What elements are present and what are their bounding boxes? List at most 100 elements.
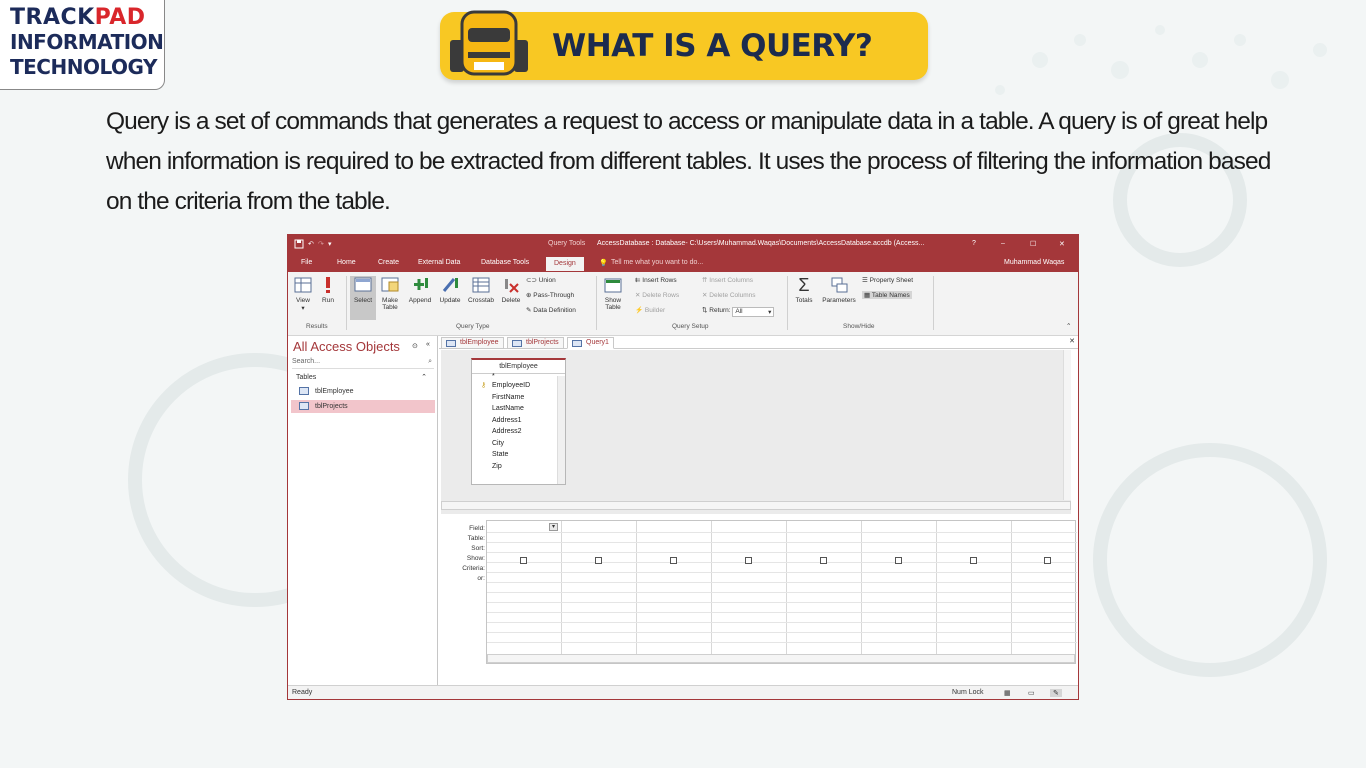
save-icon[interactable] <box>294 239 304 251</box>
delete-rows-button[interactable]: ✕ Delete Rows <box>635 291 679 299</box>
grid-row-line <box>487 632 1077 633</box>
maximize-button[interactable]: ☐ <box>1030 240 1036 248</box>
nav-menu-icon[interactable]: ⊙ <box>412 342 418 350</box>
grid-row-line <box>487 642 1077 643</box>
shutter-bar-close-icon[interactable]: « <box>426 341 430 348</box>
help-button[interactable]: ? <box>972 240 976 247</box>
view-button[interactable]: View ▾ <box>292 276 314 312</box>
show-checkbox[interactable] <box>820 557 827 564</box>
show-checkbox[interactable] <box>520 557 527 564</box>
table-icon <box>299 402 309 410</box>
status-ready: Ready <box>292 689 313 696</box>
parameters-button[interactable]: Parameters <box>819 276 859 304</box>
row-label-show: Show: <box>466 555 485 562</box>
grid-hscrollbar[interactable] <box>487 654 1075 663</box>
tab-database-tools[interactable]: Database Tools <box>481 259 529 266</box>
show-table-icon <box>604 278 622 293</box>
show-checkbox[interactable] <box>1044 557 1051 564</box>
sql-view-status-icon[interactable]: ▭ <box>1028 689 1035 697</box>
field-address2[interactable]: Address2 <box>472 426 565 438</box>
show-checkbox[interactable] <box>970 557 977 564</box>
field-address1[interactable]: Address1 <box>472 415 565 427</box>
quick-access-dropdown-icon[interactable]: ▾ <box>328 240 332 248</box>
grid-row-line <box>487 572 1077 573</box>
data-definition-button[interactable]: ✎ Data Definition <box>526 306 576 314</box>
datasheet-view-status-icon[interactable]: ▦ <box>1004 689 1011 697</box>
tab-file[interactable]: File <box>301 259 312 266</box>
doc-tab-tblprojects[interactable]: tblProjects <box>507 337 564 349</box>
delete-columns-button[interactable]: ✕ Delete Columns <box>702 291 756 299</box>
collapse-ribbon-icon[interactable]: ⌃ <box>1066 322 1071 330</box>
crosstab-button[interactable]: Crosstab <box>465 276 497 304</box>
field-dropdown-button[interactable]: ▾ <box>549 523 558 531</box>
field-state[interactable]: State <box>472 449 565 461</box>
field-employeeid[interactable]: ⚷ EmployeeID <box>472 380 565 392</box>
update-button[interactable]: Update <box>436 276 464 304</box>
tab-create[interactable]: Create <box>378 259 399 266</box>
delete-query-button[interactable]: Delete <box>499 276 523 304</box>
union-button[interactable]: ⊂⊃ Union <box>526 276 556 284</box>
group-label-query-type: Query Type <box>456 323 490 330</box>
insert-columns-button[interactable]: ⇈ Insert Columns <box>702 276 753 284</box>
grid-row-line <box>487 552 1077 553</box>
show-table-label-2: Table <box>605 304 621 311</box>
return-dropdown[interactable]: All ▾ <box>732 307 775 317</box>
show-checkbox[interactable] <box>745 557 752 564</box>
design-area-hscrollbar[interactable] <box>441 501 1071 510</box>
doc-tab-query1[interactable]: Query1 <box>567 337 614 349</box>
redo-icon[interactable]: ↷ <box>318 240 324 248</box>
robot-mascot-icon <box>450 10 528 76</box>
doc-tab-tblemployee[interactable]: tblEmployee <box>441 337 504 349</box>
field-list-tblemployee[interactable]: tblEmployee * ⚷ EmployeeID FirstName Last… <box>471 358 566 485</box>
tab-design[interactable]: Design <box>546 257 584 271</box>
navigation-pane: All Access Objects ⊙ « Search... ⌕ Table… <box>288 336 438 686</box>
pass-through-label: Pass-Through <box>533 292 575 299</box>
grid-row-line <box>487 622 1077 623</box>
close-document-icon[interactable]: ✕ <box>1069 337 1075 345</box>
show-checkbox[interactable] <box>595 557 602 564</box>
nav-search-box[interactable]: Search... ⌕ <box>292 358 434 369</box>
tab-external-data[interactable]: External Data <box>418 259 460 266</box>
table-names-button[interactable]: ▦ Table Names <box>862 291 912 299</box>
totals-button[interactable]: Σ Totals <box>791 276 817 304</box>
undo-icon[interactable]: ↶ <box>308 240 314 248</box>
table-icon <box>299 387 309 395</box>
nav-section-tables[interactable]: Tables ⌃ <box>291 371 435 384</box>
tab-home[interactable]: Home <box>337 259 356 266</box>
update-pencil-icon <box>442 278 458 292</box>
nav-item-tblemployee[interactable]: tblEmployee <box>291 385 435 398</box>
field-firstname[interactable]: FirstName <box>472 392 565 404</box>
show-checkbox[interactable] <box>670 557 677 564</box>
design-area-vscrollbar[interactable] <box>1063 350 1071 500</box>
tell-me-box[interactable]: Tell me what you want to do... <box>611 259 703 266</box>
query-design-area[interactable]: tblEmployee * ⚷ EmployeeID FirstName Last… <box>441 350 1071 514</box>
insert-rows-button[interactable]: ⇇ Insert Rows <box>635 276 677 284</box>
grid-row-line <box>487 542 1077 543</box>
append-button[interactable]: Append <box>406 276 434 304</box>
query-design-grid[interactable]: ▾ <box>486 520 1077 664</box>
logo-text-track: TRACK <box>10 5 95 30</box>
property-sheet-button[interactable]: ☰ Property Sheet <box>862 276 913 284</box>
nav-pane-header[interactable]: All Access Objects <box>293 339 400 354</box>
run-button[interactable]: Run <box>318 276 338 304</box>
pass-through-button[interactable]: ⊕ Pass-Through <box>526 291 574 299</box>
field-lastname[interactable]: LastName <box>472 403 565 415</box>
minimize-button[interactable]: – <box>1001 240 1005 247</box>
nav-section-label: Tables <box>296 374 317 381</box>
sigma-icon: Σ <box>798 275 810 295</box>
table-icon <box>446 340 456 347</box>
show-table-button[interactable]: Show Table <box>600 276 626 311</box>
nav-item-tblprojects[interactable]: tblProjects <box>291 400 435 413</box>
access-window: ↶ ↷ ▾ Query Tools AccessDatabase : Datab… <box>287 234 1079 700</box>
logo-text-information: INFORMATION <box>10 30 164 54</box>
close-button[interactable]: ✕ <box>1059 240 1065 248</box>
delete-columns-label: Delete Columns <box>709 292 756 299</box>
field-city[interactable]: City <box>472 438 565 450</box>
builder-button[interactable]: ⚡ Builder <box>635 306 665 314</box>
field-list-scrollbar[interactable] <box>557 376 565 484</box>
field-zip[interactable]: Zip <box>472 461 565 473</box>
show-checkbox[interactable] <box>895 557 902 564</box>
select-query-button[interactable]: Select <box>350 276 376 320</box>
design-view-status-icon[interactable]: ✎ <box>1050 689 1062 697</box>
make-table-button[interactable]: Make Table <box>378 276 402 311</box>
